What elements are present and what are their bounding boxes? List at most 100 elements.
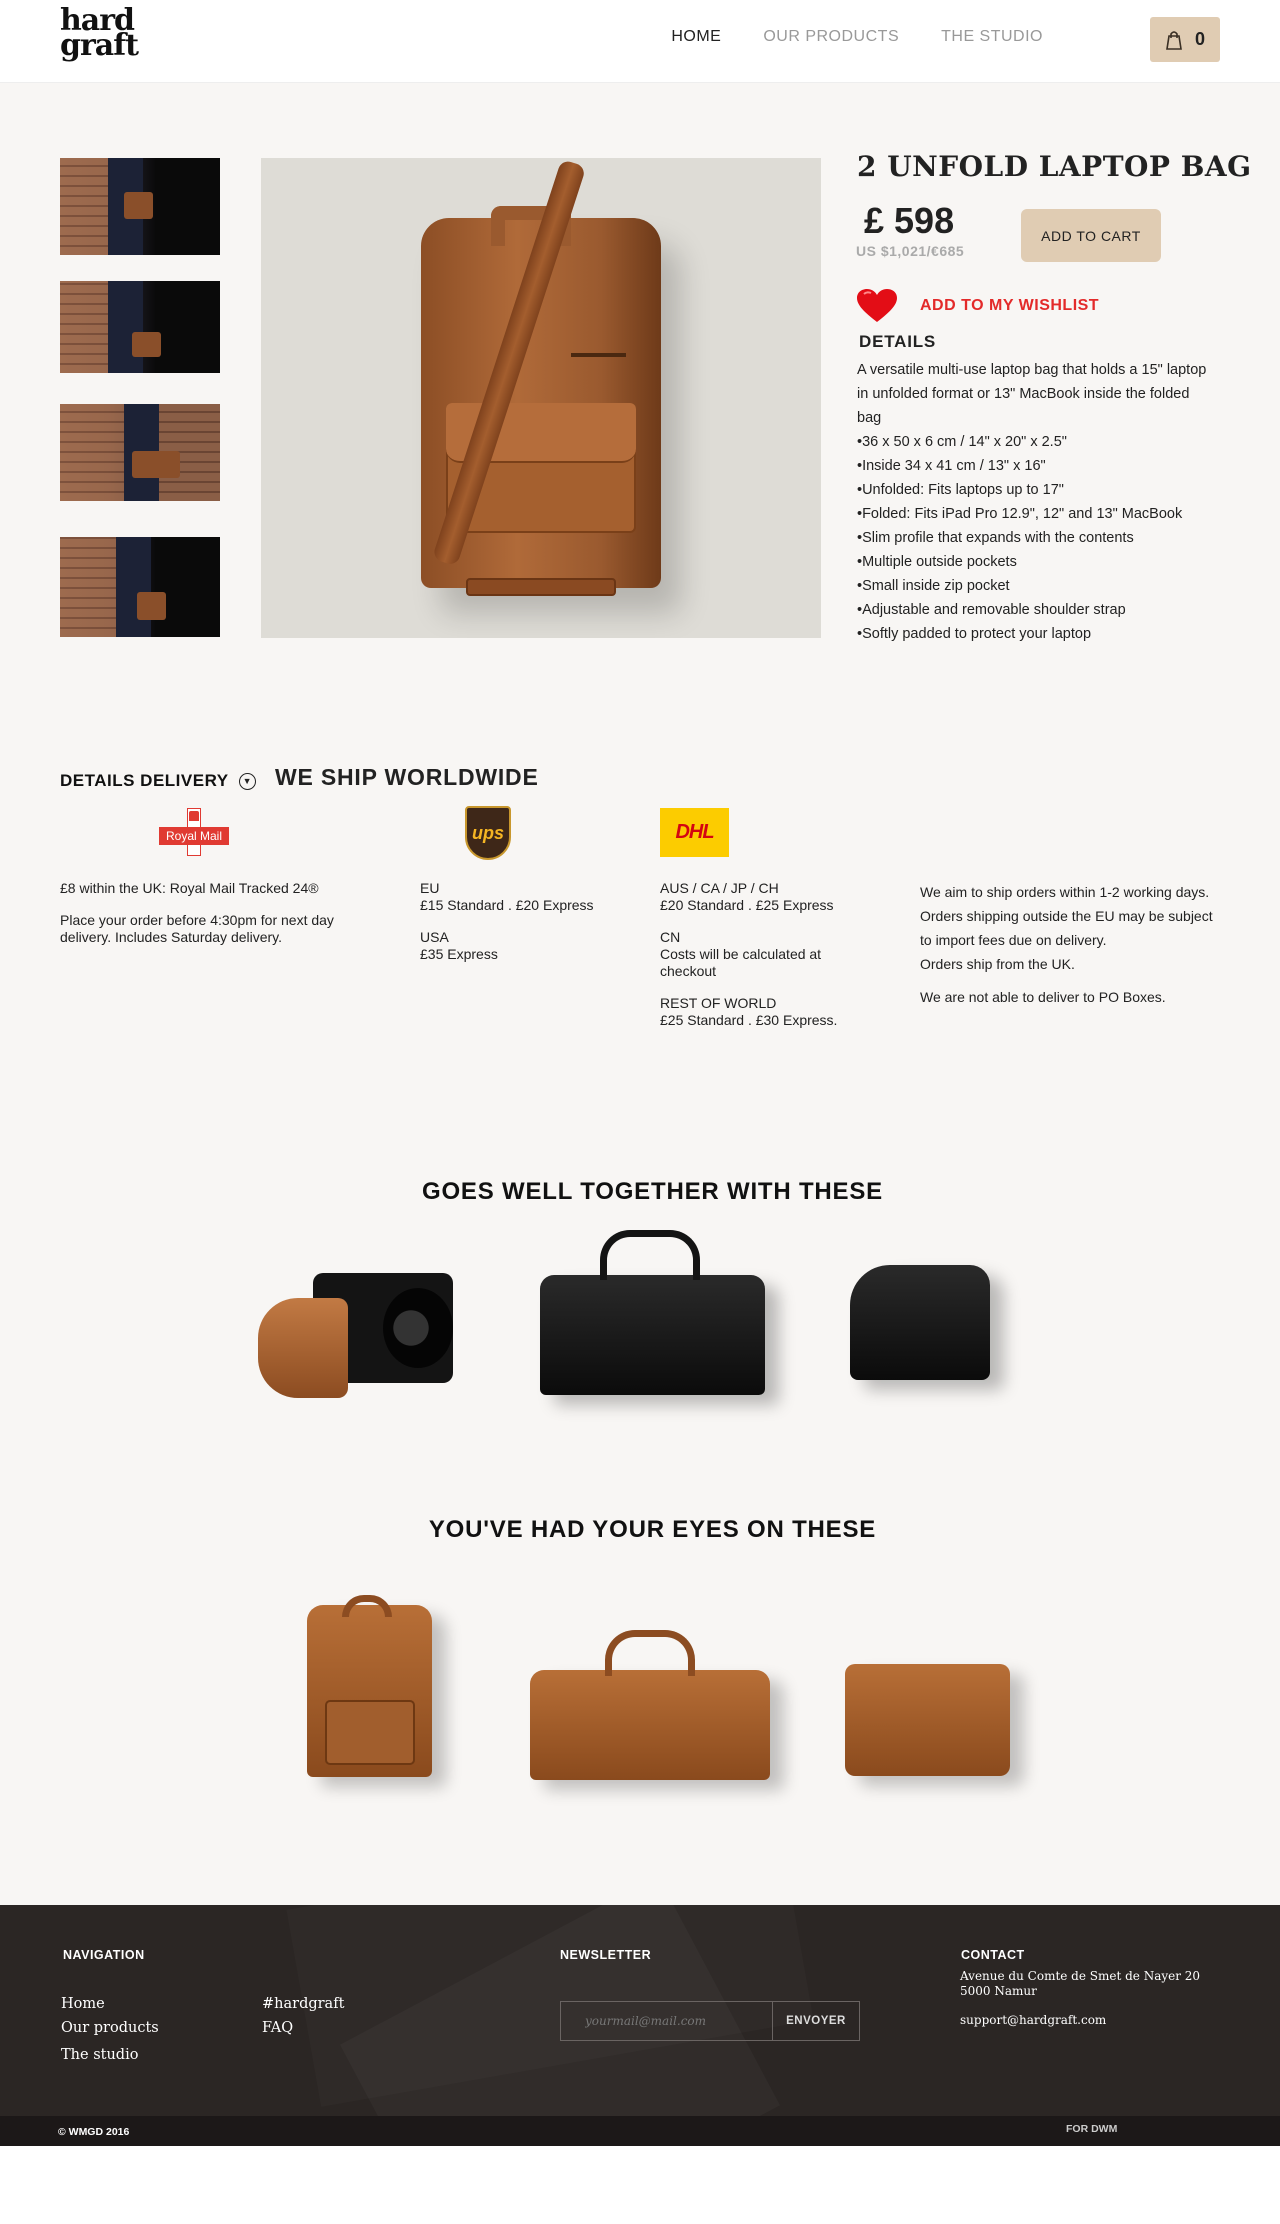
- product-title: 2 UNFOLD LAPTOP BAG: [857, 150, 1252, 183]
- nav-the-studio[interactable]: THE STUDIO: [941, 28, 1043, 46]
- nav-our-products[interactable]: OUR PRODUCTS: [763, 28, 899, 46]
- bag-zip: [571, 353, 626, 357]
- add-to-cart-button[interactable]: ADD TO CART: [1021, 209, 1161, 262]
- shipping-row-rates: £25 Standard . £30 Express.: [660, 1012, 838, 1028]
- shipping-usa-rates: £35 Express: [420, 946, 498, 962]
- cart-count: 0: [1194, 29, 1205, 49]
- shipping-eu-rates: £15 Standard . £20 Express: [420, 897, 594, 913]
- viewed-product-laptop-bag[interactable]: [302, 1593, 442, 1783]
- main-product-image[interactable]: [261, 158, 821, 638]
- footer-link-the-studio[interactable]: The studio: [61, 2047, 138, 2063]
- shipping-uk-line1: £8 within the UK: Royal Mail Tracked 24®: [60, 880, 319, 896]
- footer-link-our-products[interactable]: Our products: [61, 2020, 159, 2036]
- copyright: © WMGD 2016: [58, 2126, 130, 2138]
- shipping-uk: £8 within the UK: Royal Mail Tracked 24®…: [60, 880, 380, 961]
- brown-messenger-illustration: [845, 1664, 1010, 1776]
- product-price-alt: US $1,021/€685: [856, 243, 965, 259]
- details-list-item: Folded: Fits iPad Pro 12.9", 12" and 13"…: [857, 502, 1217, 526]
- logo-line-2: graft: [60, 28, 139, 63]
- details-intro: A versatile multi-use laptop bag that ho…: [857, 362, 1207, 426]
- dhl-logo: DHL: [660, 808, 729, 857]
- shopping-bag-icon: [1166, 30, 1182, 50]
- footer-nav-heading: NAVIGATION: [63, 1948, 145, 1962]
- product-thumbnail-2[interactable]: [60, 281, 220, 373]
- viewed-product-brown-duffel[interactable]: [525, 1630, 780, 1785]
- cart-button[interactable]: 0: [1150, 17, 1220, 62]
- brown-duffel-illustration: [530, 1630, 770, 1780]
- shipping-notes: We aim to ship orders within 1-2 working…: [920, 880, 1220, 1009]
- shipping-eu-title: EU: [420, 880, 440, 896]
- chevron-down-icon: ▼: [238, 772, 256, 790]
- product-thumbnail-1[interactable]: [60, 158, 220, 255]
- thumbnail-image: [60, 404, 220, 501]
- related-product-camera-strap[interactable]: [258, 1258, 478, 1408]
- details-list-item: Slim profile that expands with the conte…: [857, 526, 1217, 550]
- black-duffel-illustration: [540, 1230, 765, 1395]
- shipping-aus-rates: £20 Standard . £25 Express: [660, 897, 834, 913]
- product-thumbnail-4[interactable]: [60, 537, 220, 637]
- footer-bottom-bar: © WMGD 2016 FOR DWM: [0, 2116, 1280, 2146]
- shipping-cn-rates: Costs will be calculated at checkout: [660, 946, 822, 979]
- credit-link[interactable]: FOR DWM: [1066, 2123, 1117, 2135]
- footer-contact-heading: CONTACT: [961, 1948, 1025, 1962]
- details-delivery-label: DETAILS DELIVERY: [60, 771, 229, 790]
- black-shoulder-bag-illustration: [850, 1265, 990, 1380]
- shipping-note-3: Orders ship from the UK.: [920, 956, 1075, 972]
- details-list-item: Small inside zip pocket: [857, 574, 1217, 598]
- shipping-usa-title: USA: [420, 929, 449, 945]
- details-delivery-toggle[interactable]: DETAILS DELIVERY ▼: [60, 771, 256, 791]
- wishlist-label: ADD TO MY WISHLIST: [920, 297, 1100, 314]
- shipping-ups: EU £15 Standard . £20 Express USA £35 Ex…: [420, 880, 640, 978]
- details-list-item: Softly padded to protect your laptop: [857, 622, 1217, 646]
- shipping-row-title: REST OF WORLD: [660, 995, 777, 1011]
- laptop-bag-illustration: [307, 1595, 432, 1777]
- footer-contact-email[interactable]: support@hardgraft.com: [960, 2013, 1106, 2028]
- shipping-uk-line2: Place your order before 4:30pm for next …: [60, 912, 334, 945]
- newsletter-email-input[interactable]: [561, 2002, 773, 2040]
- nav-home[interactable]: HOME: [671, 28, 721, 46]
- details-list: 36 x 50 x 6 cm / 14" x 20" x 2.5" Inside…: [857, 430, 1217, 646]
- shipping-note-1: We aim to ship orders within 1-2 working…: [920, 884, 1210, 900]
- shipping-aus-title: AUS / CA / JP / CH: [660, 880, 779, 896]
- details-list-item: Adjustable and removable shoulder strap: [857, 598, 1217, 622]
- ups-logo: ups: [465, 806, 511, 860]
- footer-contact-address-1: Avenue du Comte de Smet de Nayer 20: [960, 1969, 1201, 1983]
- product-price: £ 598: [864, 200, 955, 241]
- footer-link-home[interactable]: Home: [61, 1996, 105, 2012]
- crown-icon: [189, 811, 199, 821]
- camera-strap: [258, 1298, 348, 1398]
- site-header: hard graft HOME OUR PRODUCTS THE STUDIO …: [0, 0, 1280, 83]
- footer-contact-address-2: 5000 Namur: [960, 1984, 1037, 1998]
- newsletter-form: ENVOYER: [560, 2001, 860, 2041]
- recently-viewed-heading: YOU'VE HAD YOUR EYES ON THESE: [428, 1516, 877, 1543]
- details-list-item: Inside 34 x 41 cm / 13" x 16": [857, 454, 1217, 478]
- related-products-heading: GOES WELL TOGETHER WITH THESE: [421, 1178, 883, 1205]
- thumbnail-image: [60, 158, 220, 255]
- heart-icon: [857, 289, 897, 322]
- details-heading: DETAILS: [859, 332, 937, 351]
- shipping-dhl: AUS / CA / JP / CH £20 Standard . £25 Ex…: [660, 880, 870, 1044]
- footer-link-faq[interactable]: FAQ: [262, 2020, 293, 2036]
- details-list-item: Multiple outside pockets: [857, 550, 1217, 574]
- shipping-note-2: Orders shipping outside the EU may be su…: [920, 908, 1213, 948]
- details-list-item: 36 x 50 x 6 cm / 14" x 20" x 2.5": [857, 430, 1217, 454]
- ups-logo-text: ups: [471, 822, 504, 843]
- main-nav: HOME OUR PRODUCTS THE STUDIO: [671, 28, 1043, 46]
- royal-mail-logo: Royal Mail: [159, 808, 229, 856]
- viewed-product-brown-messenger[interactable]: [840, 1656, 1025, 1781]
- related-product-black-duffel[interactable]: [530, 1230, 780, 1400]
- royal-mail-logo-text: Royal Mail: [159, 827, 229, 845]
- thumbnail-image: [60, 537, 220, 637]
- newsletter-submit-button[interactable]: ENVOYER: [773, 2002, 859, 2040]
- thumbnail-image: [60, 281, 220, 373]
- footer-link-hashtag[interactable]: #hardgraft: [262, 1996, 344, 2012]
- ship-worldwide-heading: WE SHIP WORLDWIDE: [275, 764, 539, 790]
- product-thumbnail-3[interactable]: [60, 404, 220, 501]
- shipping-note-4: We are not able to deliver to PO Boxes.: [920, 989, 1166, 1005]
- details-list-item: Unfolded: Fits laptops up to 17": [857, 478, 1217, 502]
- dhl-logo-text: DHL: [675, 821, 714, 843]
- logo[interactable]: hard graft: [60, 6, 139, 63]
- footer-newsletter-heading: NEWSLETTER: [560, 1948, 652, 1962]
- add-to-wishlist-button[interactable]: ADD TO MY WISHLIST: [856, 288, 1099, 324]
- related-product-black-shoulder-bag[interactable]: [840, 1255, 1010, 1400]
